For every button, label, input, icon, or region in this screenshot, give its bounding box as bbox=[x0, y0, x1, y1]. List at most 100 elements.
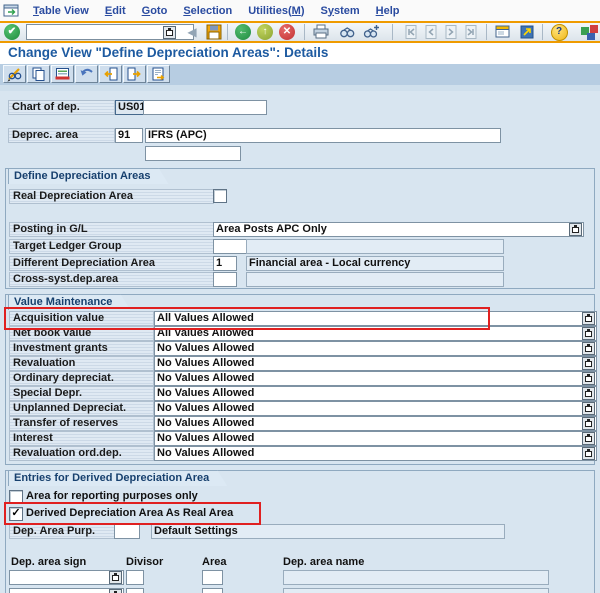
posting-in-gl-combo[interactable]: Area Posts APC Only bbox=[213, 222, 584, 237]
area-field[interactable] bbox=[202, 588, 223, 593]
area-for-reporting-checkbox[interactable] bbox=[9, 490, 23, 504]
different-depreciation-area-field[interactable]: 1 bbox=[213, 256, 237, 271]
different-depreciation-area-label: Different Depreciation Area bbox=[9, 256, 214, 271]
toolbar-separator bbox=[392, 24, 393, 40]
ordinary-depreciat-label: Ordinary depreciat. bbox=[9, 371, 154, 386]
last-page-button[interactable] bbox=[462, 23, 480, 41]
toolbar-separator bbox=[304, 24, 305, 40]
undo-button[interactable] bbox=[75, 65, 98, 83]
menu-utilities[interactable]: Utilities(M) bbox=[240, 5, 312, 17]
title-bar: Change View "Define Depreciation Areas":… bbox=[0, 43, 600, 64]
dropdown-icon[interactable] bbox=[582, 342, 595, 355]
dep-area-sign-combo[interactable] bbox=[9, 588, 124, 593]
revaluation-ord-dep-combo[interactable]: No Values Allowed bbox=[154, 446, 597, 461]
chart-of-dep-field[interactable]: US01 bbox=[115, 100, 145, 115]
customize-layout-button[interactable] bbox=[580, 23, 600, 41]
deprec-area-extra-field[interactable] bbox=[145, 146, 241, 161]
menu-help[interactable]: Help bbox=[368, 5, 408, 17]
help-button[interactable]: ? bbox=[550, 23, 568, 41]
exit-button[interactable]: ↑ bbox=[256, 23, 274, 41]
dep-area-purp-field[interactable] bbox=[114, 524, 140, 539]
create-shortcut-button[interactable] bbox=[518, 23, 536, 41]
cancel-button[interactable]: ✕ bbox=[278, 23, 296, 41]
save-button[interactable] bbox=[205, 23, 223, 41]
dropdown-icon[interactable] bbox=[582, 417, 595, 430]
undo-arrow-icon bbox=[78, 66, 95, 82]
find-next-button[interactable] bbox=[362, 23, 380, 41]
next-page-button[interactable] bbox=[442, 23, 460, 41]
glasses-pencil-icon bbox=[6, 66, 23, 82]
posting-in-gl-label: Posting in G/L bbox=[9, 222, 214, 237]
deprec-area-field[interactable]: 91 bbox=[115, 128, 143, 143]
net-book-value-combo[interactable]: All Values Allowed bbox=[154, 326, 597, 341]
unplanned-depreciat-combo[interactable]: No Values Allowed bbox=[154, 401, 597, 416]
special-depr-combo[interactable]: No Values Allowed bbox=[154, 386, 597, 401]
chart-of-dep-description-field[interactable] bbox=[143, 100, 267, 115]
define-depreciation-areas-group: Define Depreciation Areas Real Depreciat… bbox=[5, 168, 595, 289]
derived-as-real-checkbox[interactable]: ✓ bbox=[9, 507, 23, 521]
other-entry-button[interactable] bbox=[147, 65, 170, 83]
command-dropdown-icon[interactable] bbox=[163, 26, 176, 39]
toggle-display-change-button[interactable] bbox=[3, 65, 26, 83]
next-entry-button[interactable] bbox=[123, 65, 146, 83]
new-session-window-icon bbox=[494, 23, 512, 41]
acquisition-value-label: Acquisition value bbox=[9, 311, 154, 326]
delete-entry-button[interactable] bbox=[51, 65, 74, 83]
previous-entry-button[interactable] bbox=[99, 65, 122, 83]
target-ledger-group-description bbox=[246, 239, 504, 254]
page-title: Change View "Define Depreciation Areas":… bbox=[8, 45, 328, 60]
investment-grants-combo[interactable]: No Values Allowed bbox=[154, 341, 597, 356]
print-button[interactable] bbox=[312, 23, 330, 41]
real-depreciation-area-checkbox[interactable] bbox=[213, 189, 227, 203]
dropdown-icon[interactable] bbox=[582, 387, 595, 400]
menu-table-view[interactable]: Table View bbox=[25, 5, 97, 17]
first-page-button[interactable] bbox=[402, 23, 420, 41]
dropdown-icon[interactable] bbox=[582, 327, 595, 340]
value-maintenance-title: Value Maintenance bbox=[8, 294, 130, 310]
dropdown-icon[interactable] bbox=[582, 432, 595, 445]
deprec-area-description-field[interactable]: IFRS (APC) bbox=[145, 128, 501, 143]
interest-combo[interactable]: No Values Allowed bbox=[154, 431, 597, 446]
first-page-icon bbox=[402, 23, 420, 41]
dropdown-icon[interactable] bbox=[109, 571, 122, 584]
cross-syst-dep-area-label: Cross-syst.dep.area bbox=[9, 272, 214, 287]
transfer-of-reserves-combo[interactable]: No Values Allowed bbox=[154, 416, 597, 431]
target-ledger-group-field[interactable] bbox=[213, 239, 247, 254]
ordinary-depreciat-combo[interactable]: No Values Allowed bbox=[154, 371, 597, 386]
menu-system[interactable]: System bbox=[312, 5, 367, 17]
help-question-icon: ? bbox=[551, 24, 568, 41]
dropdown-icon[interactable] bbox=[569, 223, 582, 236]
cross-syst-dep-area-field[interactable] bbox=[213, 272, 237, 287]
divisor-field[interactable] bbox=[126, 570, 144, 585]
dropdown-icon[interactable] bbox=[582, 372, 595, 385]
dropdown-icon[interactable] bbox=[582, 447, 595, 460]
find-button[interactable] bbox=[338, 23, 356, 41]
menu-edit[interactable]: Edit bbox=[97, 5, 134, 17]
copy-entry-button[interactable] bbox=[27, 65, 50, 83]
menu-selection[interactable]: Selection bbox=[175, 5, 240, 17]
revaluation-label: Revaluation bbox=[9, 356, 154, 371]
new-session-button[interactable] bbox=[494, 23, 512, 41]
dropdown-icon[interactable] bbox=[582, 312, 595, 325]
menu-goto[interactable]: Goto bbox=[134, 5, 176, 17]
toolbar-separator bbox=[227, 24, 228, 40]
enter-key-button[interactable]: ◀ bbox=[183, 23, 201, 41]
dropdown-icon[interactable] bbox=[109, 589, 122, 593]
derived-depreciation-area-group: Entries for Derived Depreciation Area Ar… bbox=[5, 470, 595, 593]
dep-area-sign-combo[interactable] bbox=[9, 570, 124, 585]
acquisition-value-combo[interactable]: All Values Allowed bbox=[154, 311, 597, 326]
dropdown-icon[interactable] bbox=[582, 357, 595, 370]
previous-page-button[interactable] bbox=[422, 23, 440, 41]
value-maintenance-group: Value Maintenance Acquisition valueAll V… bbox=[5, 294, 595, 465]
revaluation-combo[interactable]: No Values Allowed bbox=[154, 356, 597, 371]
save-floppy-icon bbox=[205, 23, 223, 41]
special-depr-label: Special Depr. bbox=[9, 386, 154, 401]
divisor-field[interactable] bbox=[126, 588, 144, 593]
dropdown-icon[interactable] bbox=[582, 402, 595, 415]
enter-button[interactable]: ✔ bbox=[3, 23, 21, 41]
area-field[interactable] bbox=[202, 570, 223, 585]
next-page-icon bbox=[442, 23, 460, 41]
customize-layout-icon bbox=[580, 23, 600, 41]
sap-gui-window: Table View Edit Goto Selection Utilities… bbox=[0, 0, 600, 593]
back-button[interactable]: ← bbox=[234, 23, 252, 41]
